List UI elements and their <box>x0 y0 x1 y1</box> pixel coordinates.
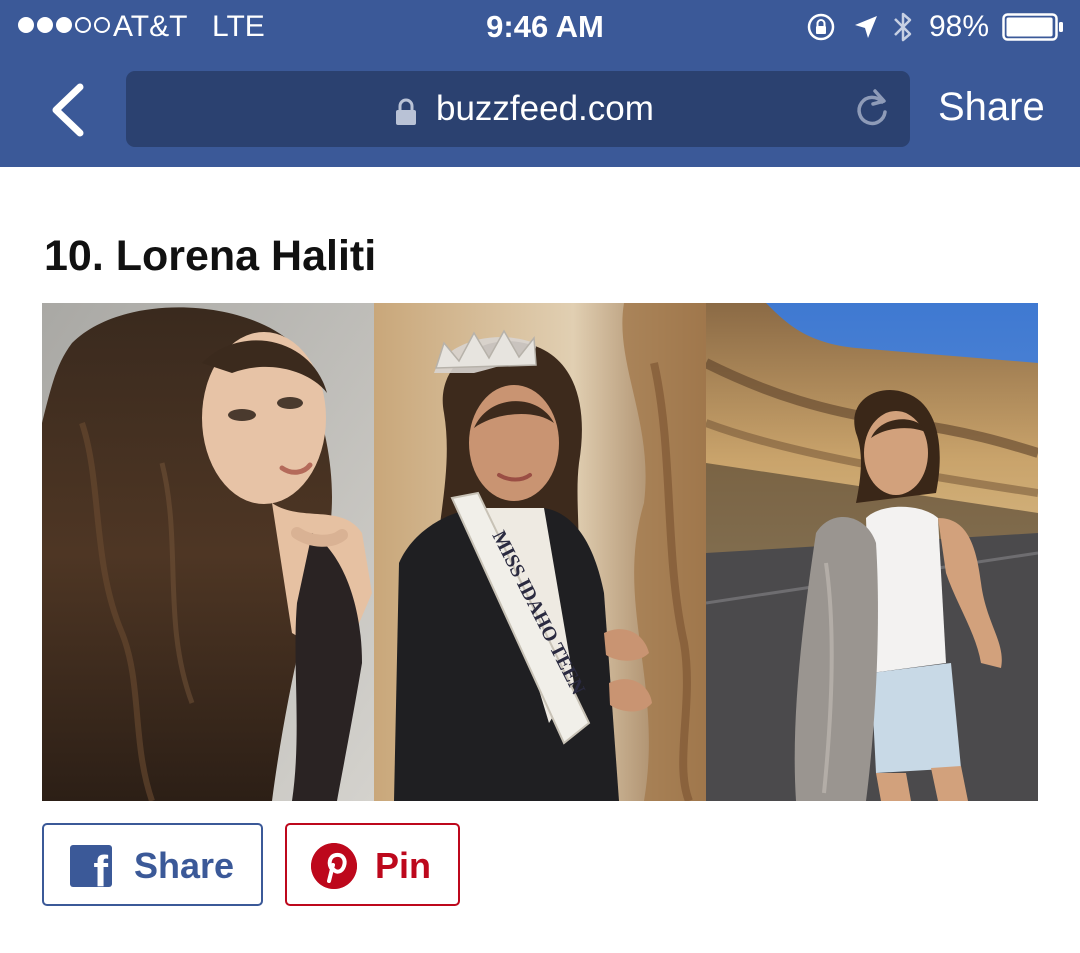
browser-nav-bar: buzzfeed.com Share <box>0 66 1080 156</box>
status-bar: AT&T LTE 9:46 AM 98% <box>0 0 1080 56</box>
browser-top-bar: AT&T LTE 9:46 AM 98% buzzfeed.com Share <box>0 0 1080 167</box>
photo-panel-studio <box>42 303 374 801</box>
url-text[interactable]: buzzfeed.com <box>436 89 654 129</box>
article-heading: 10. Lorena Haliti <box>44 232 377 280</box>
bluetooth-icon <box>894 12 912 42</box>
reload-icon[interactable] <box>852 86 892 130</box>
pinterest-icon <box>311 843 357 889</box>
photo-panel-sash: MISS IDAHO TEEN <box>374 303 706 801</box>
pinterest-pin-label: Pin <box>375 845 432 886</box>
battery-percentage: 98% <box>929 10 990 43</box>
facebook-share-button[interactable]: f Share <box>42 823 263 906</box>
share-button[interactable]: Share <box>938 84 1045 130</box>
back-chevron-icon[interactable] <box>46 82 90 138</box>
address-bar[interactable]: buzzfeed.com <box>126 71 910 147</box>
facebook-share-label: Share <box>134 845 235 886</box>
pinterest-pin-button[interactable]: Pin <box>285 823 460 906</box>
battery-icon <box>1002 13 1063 41</box>
location-arrow-icon <box>855 16 877 38</box>
photo-panel-outdoor <box>706 303 1038 801</box>
status-time: 9:46 AM <box>486 9 604 44</box>
facebook-icon: f <box>70 845 112 887</box>
collage-photo: MISS IDAHO TEEN <box>42 303 1038 801</box>
padlock-icon <box>396 98 416 125</box>
rotation-lock-icon <box>807 13 835 41</box>
